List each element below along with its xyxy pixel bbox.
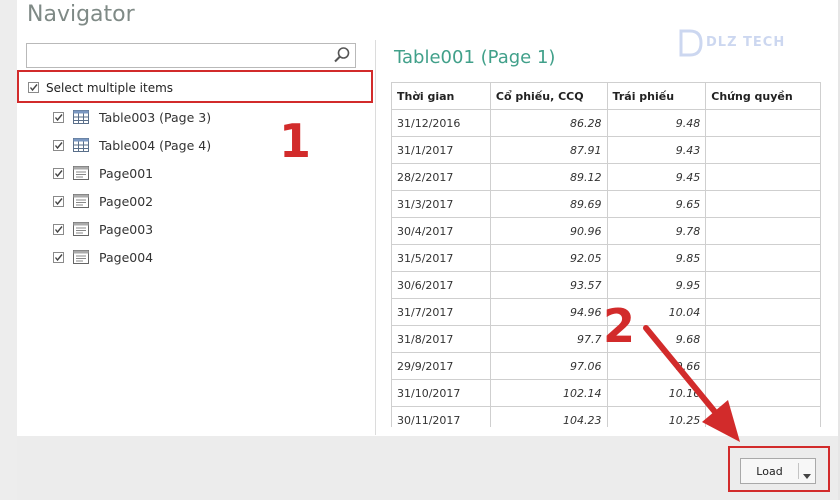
table-cell: 104.23: [489, 406, 608, 427]
table-cell: 94.96: [489, 298, 608, 326]
table-cell: [705, 109, 821, 137]
table-row: 31/12/2016 86.28 9.48: [391, 109, 821, 137]
table-cell: 9.95: [606, 271, 707, 299]
table-cell: 89.12: [489, 163, 608, 191]
page-icon: [73, 250, 89, 267]
table-cell: 92.05: [489, 244, 608, 272]
table-row: 30/11/2017 104.23 10.25: [391, 406, 821, 427]
table-cell: 30/11/2017: [391, 406, 491, 427]
preview-table-container[interactable]: Thời gian Cổ phiếu, CCQ Trái phiếu Chứng qu…: [391, 82, 821, 427]
table-row: 30/4/2017 90.96 9.78: [391, 217, 821, 245]
table-row: 31/3/2017 89.69 9.65: [391, 190, 821, 218]
watermark-text: DLZ TECH: [706, 35, 786, 50]
column-header[interactable]: Cổ phiếu, CCQ: [489, 82, 608, 110]
column-header[interactable]: Thời gian: [391, 82, 491, 110]
page-icon: [73, 222, 89, 239]
preview-title: Table001 (Page 1): [394, 47, 556, 68]
table-cell: 29/9/2017: [391, 352, 491, 380]
tree-item-checkbox[interactable]: [53, 140, 64, 151]
tree-item-checkbox[interactable]: [53, 252, 64, 263]
search-icon[interactable]: [333, 46, 351, 68]
table-cell: [705, 190, 821, 218]
window-left-edge: [0, 0, 17, 500]
tree-item-label: Page004: [99, 250, 154, 265]
table-header-row: Thời gian Cổ phiếu, CCQ Trái phiếu Chứng qu…: [391, 82, 821, 110]
load-button-label: Load: [756, 465, 783, 478]
select-multiple-checkbox[interactable]: [28, 82, 39, 93]
table-cell: 89.69: [489, 190, 608, 218]
table-row: 30/6/2017 93.57 9.95: [391, 271, 821, 299]
select-multiple-label: Select multiple items: [46, 81, 174, 95]
table-cell: 31/10/2017: [391, 379, 491, 407]
pane-divider[interactable]: [375, 40, 376, 435]
watermark-logo-icon: [679, 29, 703, 57]
tree-item-label: Table004 (Page 4): [99, 138, 212, 153]
table-cell: 28/2/2017: [391, 163, 491, 191]
search-input[interactable]: [31, 45, 325, 68]
table-cell: 87.91: [489, 136, 608, 164]
tree-item-checkbox[interactable]: [53, 112, 64, 123]
table-cell: 31/1/2017: [391, 136, 491, 164]
table-icon: [73, 110, 89, 127]
table-cell: [705, 217, 821, 245]
search-box[interactable]: [26, 43, 356, 68]
table-cell: [705, 163, 821, 191]
column-header[interactable]: Chứng quyền: [705, 82, 821, 110]
load-dropdown-chevron-down-icon[interactable]: [803, 469, 811, 482]
page-icon: [73, 194, 89, 211]
tree-item-label: Page001: [99, 166, 154, 181]
table-cell: 31/5/2017: [391, 244, 491, 272]
tree-item-checkbox[interactable]: [53, 224, 64, 235]
table-cell: 30/4/2017: [391, 217, 491, 245]
table-cell: 102.14: [489, 379, 608, 407]
annotation-step-2: 2: [603, 299, 636, 353]
table-cell: 30/6/2017: [391, 271, 491, 299]
table-cell: 90.96: [489, 217, 608, 245]
select-multiple-items-option[interactable]: Select multiple items: [17, 70, 373, 103]
load-button-separator: [798, 463, 799, 479]
tree-item-checkbox[interactable]: [53, 196, 64, 207]
table-row: 31/1/2017 87.91 9.43: [391, 136, 821, 164]
table-cell: 9.45: [606, 163, 707, 191]
table-row: 29/9/2017 97.06 9.66: [391, 352, 821, 380]
table-cell: 31/12/2016: [391, 109, 491, 137]
page-icon: [73, 166, 89, 183]
column-header[interactable]: Trái phiếu: [606, 82, 707, 110]
table-cell: 9.65: [606, 190, 707, 218]
window-title: Navigator: [27, 2, 135, 27]
load-button[interactable]: Load: [740, 458, 816, 484]
table-row: 31/5/2017 92.05 9.85: [391, 244, 821, 272]
table-cell: 97.06: [489, 352, 608, 380]
preview-table: Thời gian Cổ phiếu, CCQ Trái phiếu Chứng qu…: [391, 82, 821, 427]
tree-item-checkbox[interactable]: [53, 168, 64, 179]
table-icon: [73, 138, 89, 155]
table-row: 28/2/2017 89.12 9.45: [391, 163, 821, 191]
table-cell: [705, 136, 821, 164]
table-cell: 9.85: [606, 244, 707, 272]
table-cell: 93.57: [489, 271, 608, 299]
table-cell: 86.28: [489, 109, 608, 137]
annotation-arrow: [643, 325, 740, 442]
table-cell: 31/8/2017: [391, 325, 491, 353]
table-cell: [705, 244, 821, 272]
table-cell: 31/7/2017: [391, 298, 491, 326]
tree-item-label: Table003 (Page 3): [99, 110, 212, 125]
table-cell: 9.78: [606, 217, 707, 245]
tree-item-label: Page002: [99, 194, 154, 209]
table-row: 31/10/2017 102.14 10.16: [391, 379, 821, 407]
table-cell: 97.7: [489, 325, 608, 353]
watermark-logo: DLZ TECH: [678, 27, 798, 60]
table-cell: 31/3/2017: [391, 190, 491, 218]
table-cell: 9.43: [606, 136, 707, 164]
table-cell: 9.48: [606, 109, 707, 137]
tree-item-label: Page003: [99, 222, 154, 237]
table-cell: [705, 271, 821, 299]
annotation-step-1: 1: [279, 114, 312, 168]
